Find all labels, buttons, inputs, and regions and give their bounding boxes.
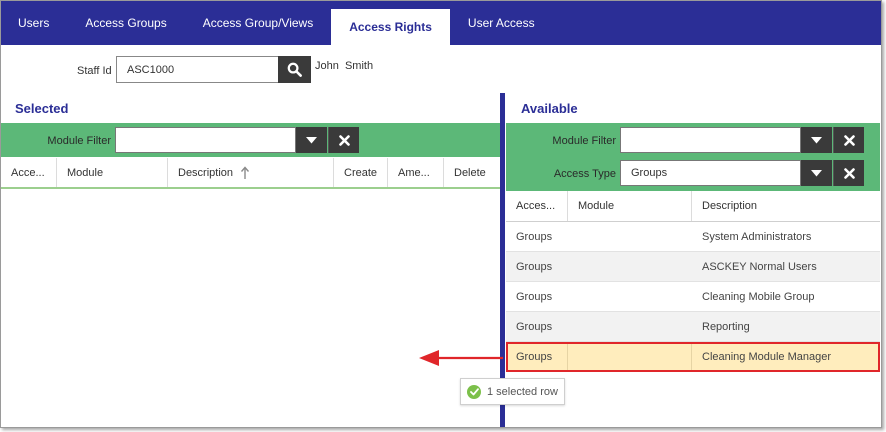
staff-id-label: Staff Id [77, 65, 112, 77]
cell-module [568, 252, 692, 282]
col-description[interactable]: Description [168, 158, 334, 188]
cell-access: Groups [516, 261, 553, 273]
cell-module [568, 312, 692, 342]
available-module-filter-clear[interactable] [833, 127, 864, 153]
col-create[interactable]: Create [334, 158, 388, 188]
tab-user-access[interactable]: User Access [450, 1, 553, 45]
selected-module-filter-label: Module Filter [47, 135, 111, 147]
cell-description: Cleaning Mobile Group [702, 291, 815, 303]
selected-grid-header: Acce... Module Description Create Ame...… [1, 158, 500, 188]
cell-access: Groups [516, 321, 553, 333]
available-module-filter-label: Module Filter [552, 135, 616, 147]
selected-module-filter-input[interactable] [115, 127, 296, 153]
cell-access: Groups [516, 231, 553, 243]
table-row[interactable]: Groups ASCKEY Normal Users [506, 252, 880, 282]
cell-module [568, 282, 692, 312]
col-description[interactable]: Description [692, 191, 880, 221]
cell-description: System Administrators [702, 231, 812, 243]
available-grid-header: Acces... Module Description [506, 191, 880, 222]
selected-grid-underline [1, 187, 500, 189]
cell-access: Groups [506, 342, 568, 372]
tab-access-groups[interactable]: Access Groups [67, 1, 184, 45]
staff-name: John Smith [315, 60, 374, 72]
col-amend[interactable]: Ame... [388, 158, 444, 188]
col-delete[interactable]: Delete [444, 158, 500, 188]
selected-section-title: Selected [15, 101, 69, 116]
col-access[interactable]: Acces... [506, 191, 568, 221]
tab-access-group-views[interactable]: Access Group/Views [185, 1, 332, 45]
access-type-select[interactable] [620, 160, 801, 186]
selected-rows-text: 1 selected row [487, 385, 558, 398]
close-icon [843, 167, 855, 179]
staff-id-input[interactable] [116, 56, 279, 83]
table-row[interactable]: Groups System Administrators [506, 222, 880, 252]
cell-description: ASCKEY Normal Users [702, 261, 817, 273]
check-circle-icon [467, 384, 481, 399]
staff-search-button[interactable] [278, 56, 311, 83]
col-module[interactable]: Module [57, 158, 168, 188]
table-row-selected[interactable]: Groups Cleaning Module Manager [506, 342, 880, 372]
tab-access-rights[interactable]: Access Rights [331, 9, 450, 45]
cell-module [568, 342, 692, 372]
tab-users[interactable]: Users [1, 1, 67, 45]
col-description-label: Description [178, 167, 234, 179]
caret-down-icon [306, 136, 317, 143]
access-type-dropdown[interactable] [801, 160, 832, 186]
selected-module-filter-clear[interactable] [328, 127, 359, 153]
table-row[interactable]: Groups Cleaning Mobile Group [506, 282, 880, 312]
cell-description: Reporting [702, 321, 750, 333]
caret-down-icon [811, 136, 822, 143]
selected-rows-badge: 1 selected row [460, 378, 565, 405]
cell-description: Cleaning Module Manager [702, 351, 832, 363]
access-rights-window: Users Access Groups Access Group/Views A… [0, 0, 882, 428]
sort-ascending-icon [241, 166, 250, 179]
arrow-left-icon [419, 350, 503, 366]
available-section-title: Available [521, 101, 578, 116]
caret-down-icon [811, 169, 822, 176]
panel-divider [500, 93, 505, 427]
search-icon [287, 62, 302, 77]
access-type-clear[interactable] [833, 160, 864, 186]
top-tab-bar: Users Access Groups Access Group/Views A… [1, 1, 881, 45]
table-row[interactable]: Groups Reporting [506, 312, 880, 342]
selected-module-filter-dropdown[interactable] [296, 127, 327, 153]
available-module-filter-input[interactable] [620, 127, 801, 153]
col-module[interactable]: Module [568, 191, 692, 221]
close-icon [338, 134, 350, 146]
cell-access: Groups [516, 291, 553, 303]
col-access[interactable]: Acce... [1, 158, 57, 188]
available-module-filter-dropdown[interactable] [801, 127, 832, 153]
access-type-label: Access Type [553, 168, 616, 180]
close-icon [843, 134, 855, 146]
cell-module [568, 222, 692, 252]
